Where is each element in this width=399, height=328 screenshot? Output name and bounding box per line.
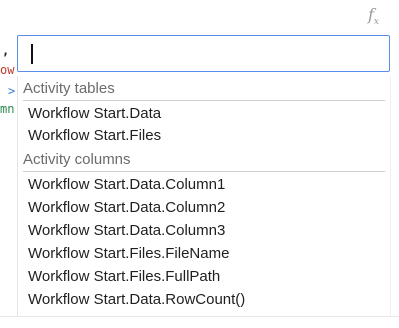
search-input[interactable] [17,35,390,72]
group-header-activity-tables: Activity tables [23,79,385,101]
text-caret [31,44,33,64]
suggestion-item[interactable]: Workflow Start.Files.FullPath [28,267,220,287]
editor-fragment-arrow: > [8,84,16,98]
editor-fragment-comma: , [2,44,10,58]
suggestion-item[interactable]: Workflow Start.Files.FileName [28,244,229,264]
suggestion-item[interactable]: Workflow Start.Files [28,126,161,146]
dropdown-bottom-edge [0,316,399,317]
function-icon[interactable]: fx [368,4,390,27]
suggestion-item[interactable]: Workflow Start.Data [28,104,161,124]
group-header-activity-columns: Activity columns [23,150,385,172]
autocomplete-screen: fx , ow > mn Activity tables Workflow St… [0,0,399,328]
suggestion-item[interactable]: Workflow Start.Data.Column2 [28,198,225,218]
editor-fragment-ow: ow [0,63,15,77]
dropdown-right-edge [390,76,391,316]
editor-fragment-mn: mn [0,102,15,116]
suggestion-item[interactable]: Workflow Start.Data.RowCount() [28,290,245,310]
suggestion-item[interactable]: Workflow Start.Data.Column1 [28,175,225,195]
suggestion-item[interactable]: Workflow Start.Data.Column3 [28,221,225,241]
autocomplete-dropdown: Activity tables Workflow Start.Data Work… [17,76,390,316]
